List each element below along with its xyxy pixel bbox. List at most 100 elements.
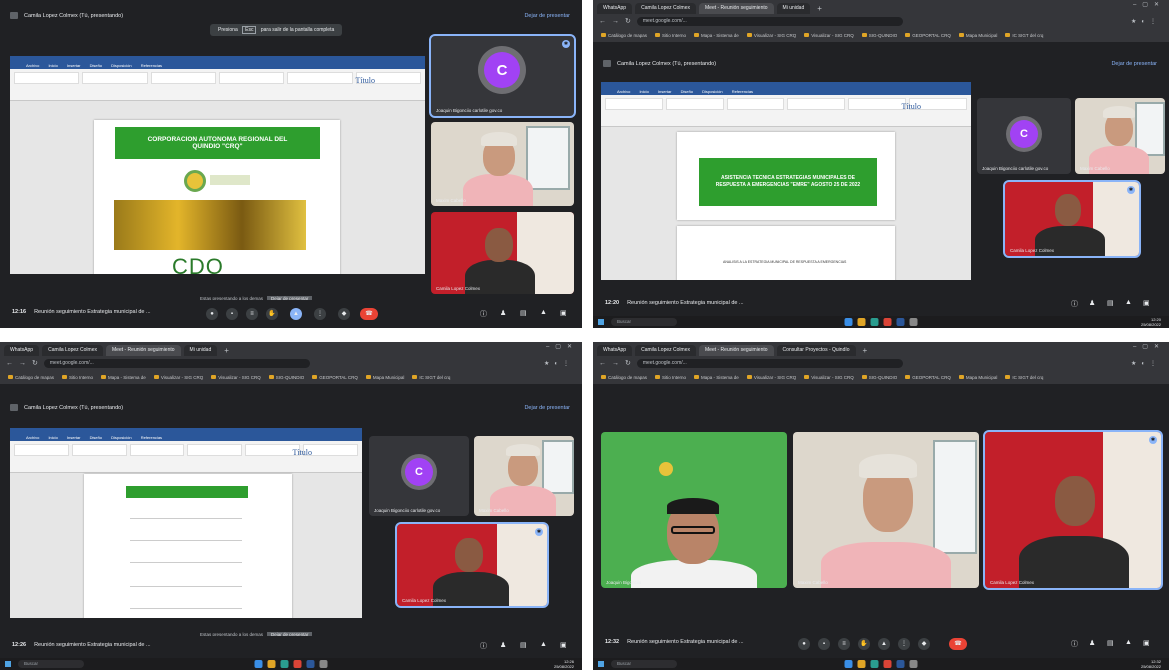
- window-controls-icon[interactable]: –▢✕: [1133, 343, 1165, 350]
- bookmark[interactable]: Visualizar - SIG CRQ: [804, 33, 853, 38]
- app-icon[interactable]: [254, 660, 263, 668]
- activities-icon[interactable]: ▲: [1125, 639, 1132, 646]
- bookmark[interactable]: GEOPORTAL CRQ: [905, 375, 951, 380]
- stop-presenting-button[interactable]: Dejar de presentar: [1111, 59, 1157, 69]
- word-icon[interactable]: [896, 318, 905, 326]
- participant-tile-video[interactable]: Maxim Cabello: [431, 122, 574, 206]
- present-icon[interactable]: ▲: [290, 308, 302, 320]
- address-bar[interactable]: meet.google.com/...: [636, 358, 903, 368]
- app-icon[interactable]: [909, 318, 918, 326]
- reload-icon[interactable]: ↻: [32, 359, 38, 367]
- extensions-icon[interactable]: ★◐⋮: [1131, 18, 1161, 25]
- participant-tile-video[interactable]: ✱ Camila Lopez Colmex: [1003, 180, 1141, 258]
- camera-icon[interactable]: ▪: [226, 308, 238, 320]
- raise-hand-icon[interactable]: ✋: [858, 638, 870, 650]
- reload-icon[interactable]: ↻: [625, 359, 631, 367]
- bookmark[interactable]: Visualizar - SIG CRQ: [747, 375, 796, 380]
- activities-icon[interactable]: ▲: [540, 309, 547, 316]
- chrome-icon[interactable]: [883, 318, 892, 326]
- participant-tile-video[interactable]: ✱ Camila Lopez Colmex: [395, 522, 549, 608]
- app-icon[interactable]: [909, 660, 918, 668]
- activities-icon[interactable]: ◆: [338, 308, 350, 320]
- bookmark[interactable]: GEOPORTAL CRQ: [312, 375, 358, 380]
- new-tab-icon[interactable]: +: [220, 345, 233, 356]
- new-tab-icon[interactable]: +: [813, 3, 826, 14]
- bookmark[interactable]: Sitio Interno: [62, 375, 93, 380]
- mic-icon[interactable]: ●: [798, 638, 810, 650]
- new-tab-icon[interactable]: +: [859, 345, 872, 356]
- browser-tab[interactable]: Camila Lopez Colmex: [42, 345, 103, 356]
- chrome-icon[interactable]: [293, 660, 302, 668]
- browser-tab[interactable]: WhatsApp: [597, 3, 633, 14]
- app-icon[interactable]: [844, 318, 853, 326]
- window-controls-icon[interactable]: –▢✕: [546, 343, 578, 350]
- browser-tab[interactable]: Meet - Reunión seguimiento: [699, 3, 774, 14]
- chat-icon[interactable]: ▤: [1107, 639, 1114, 647]
- app-icon[interactable]: [280, 660, 289, 668]
- participant-tile-video[interactable]: Camila Lopez Colmex: [431, 212, 574, 294]
- browser-tab[interactable]: Meet - Reunión seguimiento: [106, 345, 181, 356]
- pin-icon[interactable]: ✱: [535, 528, 543, 536]
- bookmark[interactable]: Visualizar - SIG CRQ: [211, 375, 260, 380]
- folder-icon[interactable]: [857, 660, 866, 668]
- reload-icon[interactable]: ↻: [625, 17, 631, 25]
- chat-icon[interactable]: ▤: [520, 309, 527, 317]
- mic-icon[interactable]: ●: [206, 308, 218, 320]
- bookmark[interactable]: SIG-QUINDIO: [862, 33, 898, 38]
- chat-icon[interactable]: ▤: [520, 641, 527, 649]
- app-icon[interactable]: [870, 318, 879, 326]
- camera-icon[interactable]: ▪: [818, 638, 830, 650]
- browser-tab[interactable]: Meet - Reunión seguimiento: [699, 345, 774, 356]
- end-call-icon[interactable]: ☎: [949, 638, 967, 650]
- bookmark[interactable]: Visualizar - SIG CRQ: [747, 33, 796, 38]
- back-icon[interactable]: ←: [6, 360, 13, 367]
- app-icon[interactable]: [870, 660, 879, 668]
- more-icon[interactable]: ⋮: [898, 638, 910, 650]
- back-icon[interactable]: ←: [599, 18, 606, 25]
- back-icon[interactable]: ←: [599, 360, 606, 367]
- address-bar[interactable]: meet.google.com/...: [43, 358, 310, 368]
- captions-icon[interactable]: ≡: [838, 638, 850, 650]
- bookmark[interactable]: Catálogo de mapas: [601, 33, 647, 38]
- bookmark[interactable]: GEOPORTAL CRQ: [905, 33, 951, 38]
- browser-tab[interactable]: Camila Lopez Colmex: [635, 345, 696, 356]
- bookmark[interactable]: Catálogo de mapas: [601, 375, 647, 380]
- people-icon[interactable]: ♟: [500, 641, 506, 649]
- people-icon[interactable]: ♟: [500, 309, 506, 317]
- browser-tab[interactable]: WhatsApp: [597, 345, 633, 356]
- bookmark[interactable]: Visualizar - SIG CRQ: [804, 375, 853, 380]
- captions-icon[interactable]: ≡: [246, 308, 258, 320]
- info-icon[interactable]: ⓘ: [1071, 639, 1078, 649]
- bookmark[interactable]: IC SIGT del crq: [1005, 375, 1043, 380]
- chrome-icon[interactable]: [883, 660, 892, 668]
- bookmark[interactable]: IC SIGT del crq: [412, 375, 450, 380]
- browser-tab[interactable]: WhatsApp: [4, 345, 40, 356]
- browser-tab[interactable]: Consultar Proyectos - Quindío: [776, 345, 856, 356]
- chat-icon[interactable]: ▤: [1107, 299, 1114, 307]
- bookmark[interactable]: SIG-QUINDIO: [269, 375, 305, 380]
- windows-start-icon[interactable]: [598, 661, 604, 667]
- folder-icon[interactable]: [857, 318, 866, 326]
- bookmark[interactable]: Sitio Interno: [655, 33, 686, 38]
- info-icon[interactable]: ⓘ: [480, 309, 487, 319]
- bookmark[interactable]: Mapa Municipal: [959, 33, 998, 38]
- browser-tab[interactable]: Mi unidad: [776, 3, 811, 14]
- address-bar[interactable]: meet.google.com/...: [636, 16, 903, 26]
- present-icon[interactable]: ▲: [878, 638, 890, 650]
- info-icon[interactable]: ⓘ: [1071, 299, 1078, 309]
- bookmark[interactable]: Mapa - Sistema de: [694, 33, 739, 38]
- windows-start-icon[interactable]: [5, 661, 11, 667]
- lock-icon[interactable]: ▣: [1143, 299, 1150, 307]
- word-icon[interactable]: [306, 660, 315, 668]
- taskbar-search[interactable]: Buscar: [18, 660, 84, 668]
- extensions-icon[interactable]: ★◐⋮: [544, 360, 574, 367]
- word-icon[interactable]: [896, 660, 905, 668]
- people-icon[interactable]: ♟: [1089, 639, 1095, 647]
- browser-tab[interactable]: Camila Lopez Colmex: [635, 3, 696, 14]
- participant-tile-avatar[interactable]: C Joaquin Bigonciio carlotile gov.co: [977, 98, 1071, 174]
- pin-icon[interactable]: ✱: [562, 40, 570, 48]
- bookmark[interactable]: IC SIGT del crq: [1005, 33, 1043, 38]
- participant-tile-video[interactable]: Maxim Cabello: [1075, 98, 1165, 174]
- bookmark[interactable]: Visualizar - SIG CRQ: [154, 375, 203, 380]
- participant-tile-avatar[interactable]: C Joaquin Bigonciio carlotile gov.co: [369, 436, 469, 516]
